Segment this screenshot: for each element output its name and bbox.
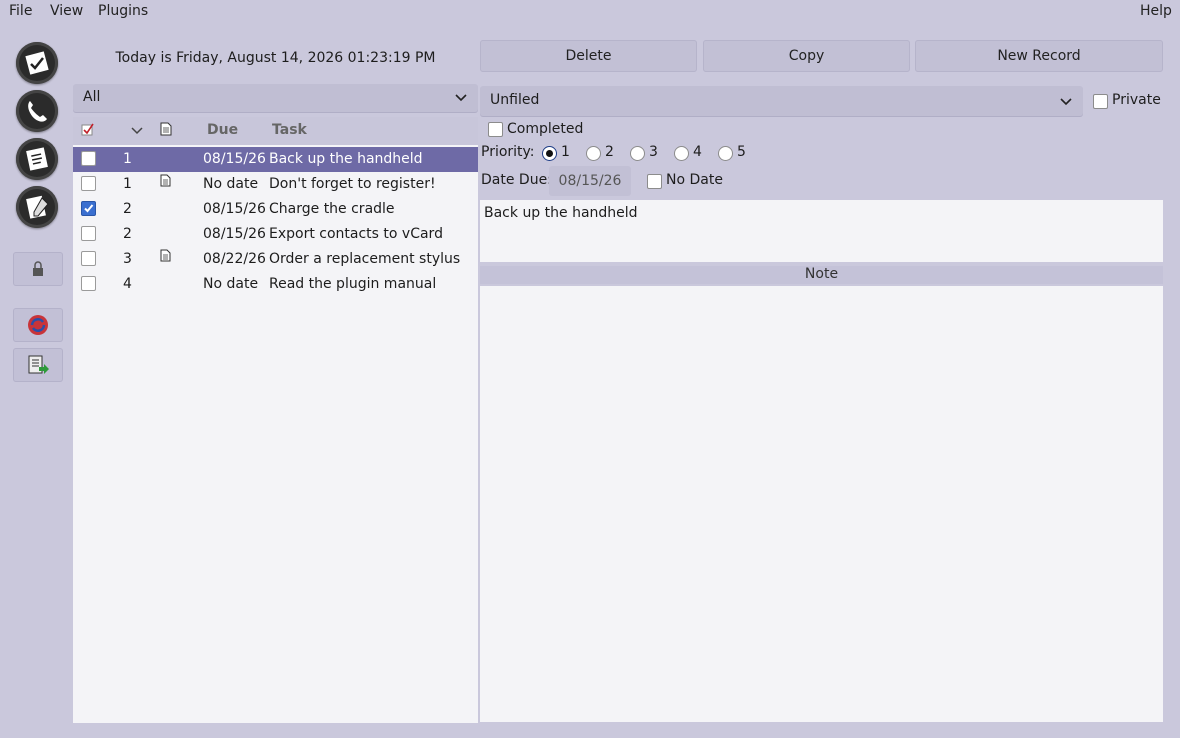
todo-app-button[interactable] bbox=[16, 138, 58, 180]
phone-icon bbox=[28, 101, 47, 122]
todo-due-date: 08/15/26 bbox=[203, 151, 266, 167]
chevron-down-icon bbox=[455, 94, 467, 102]
copy-button[interactable]: Copy bbox=[703, 40, 910, 72]
description-text: Back up the handheld bbox=[484, 205, 638, 221]
delete-button[interactable]: Delete bbox=[480, 40, 697, 72]
todo-priority: 1 bbox=[123, 176, 132, 192]
note-textarea[interactable] bbox=[480, 286, 1163, 722]
todo-row[interactable]: 2 08/15/26 Charge the cradle bbox=[73, 197, 478, 222]
todo-row[interactable]: 3 08/22/26 Order a replacement stylus bbox=[73, 247, 478, 272]
todo-completed-checkbox[interactable] bbox=[81, 226, 96, 241]
description-textarea[interactable]: Back up the handheld bbox=[480, 200, 1163, 262]
completed-label: Completed bbox=[507, 121, 584, 137]
note-header: Note bbox=[480, 266, 1163, 284]
priority-option-label: 4 bbox=[693, 144, 702, 160]
todo-due-date: 08/22/26 bbox=[203, 251, 266, 267]
private-checkbox[interactable] bbox=[1093, 94, 1108, 109]
lock-icon bbox=[13, 252, 63, 286]
todo-task-text: Order a replacement stylus bbox=[269, 251, 461, 267]
menu-view[interactable]: View bbox=[50, 3, 83, 19]
todo-completed-checkbox[interactable] bbox=[81, 251, 96, 266]
todo-completed-checkbox[interactable] bbox=[81, 276, 96, 291]
address-app-button[interactable] bbox=[16, 90, 58, 132]
checkbox-header-icon bbox=[81, 123, 94, 136]
priority-option-label: 2 bbox=[605, 144, 614, 160]
todo-task-text: Back up the handheld bbox=[269, 151, 423, 167]
category-select[interactable]: Unfiled bbox=[480, 86, 1083, 116]
priority-radio-4[interactable] bbox=[674, 146, 689, 161]
todo-task-text: Read the plugin manual bbox=[269, 276, 437, 292]
todo-due-date: 08/15/26 bbox=[203, 201, 266, 217]
todo-row[interactable]: 4 No date Read the plugin manual bbox=[73, 272, 478, 297]
checklist-icon bbox=[26, 147, 48, 171]
todo-row[interactable]: 1 08/15/26 Back up the handheld bbox=[73, 147, 478, 172]
task-column-header[interactable]: Task bbox=[272, 122, 307, 138]
datebook-app-button[interactable] bbox=[16, 42, 58, 84]
calendar-icon bbox=[25, 51, 49, 75]
category-filter-value: All bbox=[83, 89, 101, 105]
category-value: Unfiled bbox=[490, 92, 540, 108]
sync-icon bbox=[13, 308, 63, 342]
todo-due-date: No date bbox=[203, 176, 259, 192]
backup-icon bbox=[13, 348, 63, 382]
todo-task-text: Export contacts to vCard bbox=[269, 226, 443, 242]
todo-priority: 4 bbox=[123, 276, 132, 292]
memo-app-button[interactable] bbox=[16, 186, 58, 228]
no-date-label: No Date bbox=[666, 172, 723, 188]
todo-due-date: No date bbox=[203, 276, 259, 292]
priority-option-label: 5 bbox=[737, 144, 746, 160]
note-icon bbox=[160, 174, 171, 187]
date-due-label: Date Due: bbox=[481, 172, 552, 188]
todo-completed-checkbox[interactable] bbox=[81, 151, 96, 166]
menu-bar: File View Plugins Help bbox=[0, 0, 1180, 24]
category-filter-select[interactable]: All bbox=[73, 84, 478, 112]
chevron-down-icon bbox=[1060, 98, 1072, 106]
todo-task-text: Charge the cradle bbox=[269, 201, 395, 217]
menu-help[interactable]: Help bbox=[1140, 3, 1172, 19]
todo-due-date: 08/15/26 bbox=[203, 226, 266, 242]
priority-radio-3[interactable] bbox=[630, 146, 645, 161]
menu-file[interactable]: File bbox=[9, 3, 32, 19]
note-column-header[interactable] bbox=[160, 122, 172, 140]
menu-plugins[interactable]: Plugins bbox=[98, 3, 148, 19]
sort-chevron-icon bbox=[131, 127, 143, 135]
priority-option-label: 1 bbox=[561, 144, 570, 160]
completed-column-header[interactable] bbox=[81, 123, 95, 141]
todo-task-text: Don't forget to register! bbox=[269, 176, 436, 192]
backup-button[interactable] bbox=[13, 348, 63, 382]
today-label: Today is Friday, August 14, 2026 01:23:1… bbox=[115, 50, 436, 66]
completed-checkbox[interactable] bbox=[488, 122, 503, 137]
list-header: Due Task bbox=[73, 117, 478, 145]
todo-priority: 2 bbox=[123, 226, 132, 242]
new-record-button[interactable]: New Record bbox=[915, 40, 1163, 72]
todo-priority: 1 bbox=[123, 151, 132, 167]
date-due-button[interactable]: 08/15/26 bbox=[549, 166, 631, 196]
note-header-icon bbox=[160, 122, 172, 136]
todo-row[interactable]: 2 08/15/26 Export contacts to vCard bbox=[73, 222, 478, 247]
memo-icon bbox=[26, 195, 49, 219]
priority-label: Priority: bbox=[481, 144, 535, 160]
lock-button[interactable] bbox=[13, 252, 63, 286]
priority-radio-1[interactable] bbox=[542, 146, 557, 161]
todo-completed-checkbox[interactable] bbox=[81, 176, 96, 191]
due-column-header[interactable]: Due bbox=[207, 122, 238, 138]
todo-priority: 3 bbox=[123, 251, 132, 267]
priority-radio-2[interactable] bbox=[586, 146, 601, 161]
private-label: Private bbox=[1112, 92, 1161, 108]
todo-priority: 2 bbox=[123, 201, 132, 217]
priority-column-header[interactable] bbox=[130, 123, 144, 141]
no-date-checkbox[interactable] bbox=[647, 174, 662, 189]
priority-radio-5[interactable] bbox=[718, 146, 733, 161]
todo-completed-checkbox[interactable] bbox=[81, 201, 96, 216]
note-icon bbox=[160, 249, 171, 262]
priority-option-label: 3 bbox=[649, 144, 658, 160]
sync-button[interactable] bbox=[13, 308, 63, 342]
todo-row[interactable]: 1 No date Don't forget to register! bbox=[73, 172, 478, 197]
